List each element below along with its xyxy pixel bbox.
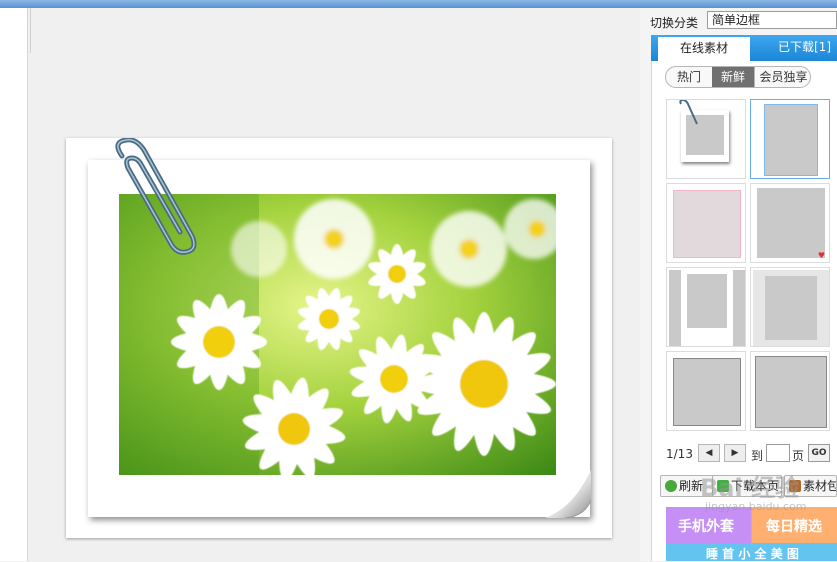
tab-online-materials[interactable]: 在线素材: [658, 37, 750, 61]
watermark-url: jingyan.baidu.com: [705, 500, 807, 513]
frame-thumbnail[interactable]: [666, 99, 746, 179]
frame-thumbnail[interactable]: [666, 183, 746, 263]
left-toolbar-strip: [0, 8, 28, 561]
filter-segmented-control: 热门 新鲜 会员独享: [665, 66, 811, 88]
go-button[interactable]: GO: [808, 444, 830, 462]
page-unit-label: 页: [792, 449, 805, 463]
thumb-bar-right: [733, 270, 745, 346]
page-number-input[interactable]: [766, 444, 790, 462]
tab-downloaded[interactable]: 已下载[1]: [778, 38, 831, 55]
frame-thumbnail[interactable]: [750, 351, 830, 431]
frame-thumbnail[interactable]: [666, 267, 746, 347]
heart-icon: ♥: [817, 251, 825, 260]
frame-thumbnail[interactable]: [750, 267, 830, 347]
pagination: 1/13 ◀ ▶ 到 页 GO: [666, 444, 836, 464]
thumb-photo-placeholder: [673, 358, 741, 426]
paperclip-icon: [679, 100, 698, 125]
window-title-bar: [0, 0, 837, 8]
thumb-photo-placeholder: [757, 188, 825, 258]
promo-daily-picks-text: 每日精选: [766, 519, 822, 535]
prev-page-button[interactable]: ◀: [698, 444, 720, 462]
frame-thumbnail[interactable]: ♥: [750, 183, 830, 263]
thumb-photo-placeholder: [673, 190, 741, 258]
goto-label: 到: [751, 449, 764, 463]
frame-thumbnail[interactable]: [666, 351, 746, 431]
thumb-photo-placeholder: [764, 104, 818, 176]
material-pack-label: 素材包: [803, 479, 837, 493]
frame-thumbnail-selected[interactable]: [750, 99, 830, 179]
page-curl-effect: [545, 470, 591, 518]
filter-members-only[interactable]: 会员独享: [754, 67, 810, 87]
paperclip-icon: [115, 138, 197, 255]
category-select[interactable]: 简单边框: [707, 11, 837, 29]
refresh-icon: [665, 480, 677, 492]
page-indicator: 1/13: [666, 447, 693, 461]
filter-hot[interactable]: 热门: [666, 67, 712, 87]
thumb-photo-placeholder: [755, 356, 827, 428]
promo-banner-secondary[interactable]: 睡 首 小 全 美 图: [666, 543, 837, 561]
switch-category-label: 切换分类: [650, 16, 699, 30]
promo-handwriting-text: 手机外套: [678, 519, 734, 535]
thumb-bar-left: [669, 270, 681, 346]
promo-secondary-text: 睡 首 小 全 美 图: [706, 547, 799, 561]
baidu-watermark-logo: Bai 经验: [700, 474, 800, 502]
next-page-button[interactable]: ▶: [724, 444, 746, 462]
thumb-photo-placeholder: [765, 276, 817, 340]
filter-new[interactable]: 新鲜: [712, 67, 754, 87]
thumb-photo-placeholder: [687, 274, 727, 328]
